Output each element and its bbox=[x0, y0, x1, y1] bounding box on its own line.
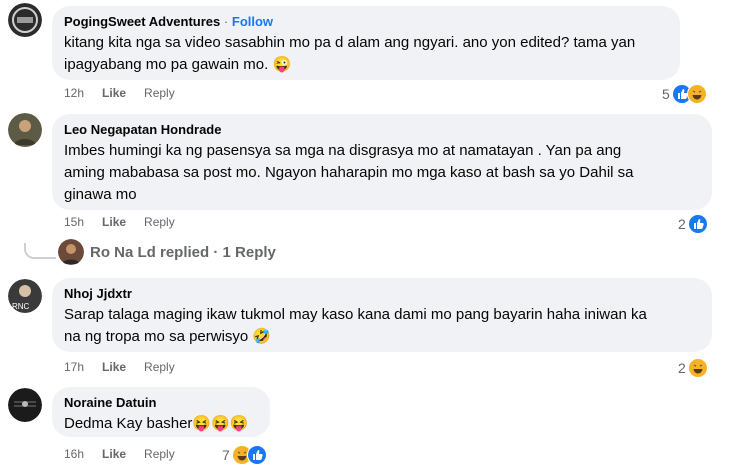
comment-author: Nhoj Jjdxtr bbox=[64, 286, 700, 302]
comment-bubble: PogingSweet Adventures · Follow kitang k… bbox=[52, 6, 680, 80]
author-name[interactable]: Noraine Datuin bbox=[64, 395, 156, 410]
timestamp[interactable]: 15h bbox=[64, 215, 84, 229]
like-button[interactable]: Like bbox=[102, 215, 126, 229]
author-name[interactable]: Leo Negapatan Hondrade bbox=[64, 122, 221, 137]
comment-actions: 15h Like Reply bbox=[64, 215, 175, 229]
reaction-summary[interactable]: 5 bbox=[662, 84, 707, 104]
comment-text: Sarap talaga maging ikaw tukmol may kaso… bbox=[64, 304, 700, 348]
like-icon bbox=[687, 214, 708, 234]
like-button[interactable]: Like bbox=[102, 360, 126, 374]
comment-bubble: Noraine Datuin Dedma Kay basher😝😝😝 bbox=[52, 387, 270, 437]
comment-line: na ng tropa mo sa perwisyo 🤣 bbox=[64, 328, 272, 345]
reaction-summary[interactable]: 2 bbox=[678, 214, 708, 234]
comment-text: kitang kita nga sa video sasabhin mo pa … bbox=[64, 32, 668, 76]
comment-line: Sarap talaga maging ikaw tukmol may kaso… bbox=[64, 306, 647, 323]
comment-author: PogingSweet Adventures · Follow bbox=[64, 14, 668, 30]
comment-line: Dedma Kay basher😝😝😝 bbox=[64, 415, 249, 432]
comment-actions: 17h Like Reply bbox=[64, 360, 175, 374]
avatar[interactable] bbox=[8, 3, 42, 37]
timestamp[interactable]: 16h bbox=[64, 447, 84, 461]
haha-icon bbox=[687, 358, 708, 378]
comment-line: Imbes humingi ka ng pasensya sa mga na d… bbox=[64, 142, 622, 159]
follow-button[interactable]: Follow bbox=[232, 14, 273, 29]
svg-text:RNC: RNC bbox=[12, 302, 30, 311]
reply-button[interactable]: Reply bbox=[144, 215, 175, 229]
reaction-count: 2 bbox=[678, 360, 686, 376]
comment-line: kitang kita nga sa video sasabhin mo pa … bbox=[64, 34, 636, 51]
reaction-count: 5 bbox=[662, 86, 670, 102]
comment-line: aming mababasa sa post mo. Ngayon hahara… bbox=[64, 164, 634, 181]
avatar[interactable] bbox=[8, 388, 42, 422]
reply-button[interactable]: Reply bbox=[144, 86, 175, 100]
timestamp[interactable]: 12h bbox=[64, 86, 84, 100]
reaction-count: 2 bbox=[678, 216, 686, 232]
separator: · bbox=[223, 14, 229, 29]
replies-text: Ro Na Ld replied · 1 Reply bbox=[90, 243, 276, 261]
reaction-summary[interactable]: 7 bbox=[222, 445, 267, 465]
comment-bubble: Leo Negapatan Hondrade Imbes humingi ka … bbox=[52, 114, 712, 210]
comment-line: ipagyabang mo pa gawain mo. 😜 bbox=[64, 56, 292, 73]
haha-icon bbox=[686, 84, 707, 104]
reply-button[interactable]: Reply bbox=[144, 447, 175, 461]
comment-bubble: Nhoj Jjdxtr Sarap talaga maging ikaw tuk… bbox=[52, 278, 712, 352]
timestamp[interactable]: 17h bbox=[64, 360, 84, 374]
like-button[interactable]: Like bbox=[102, 86, 126, 100]
reply-button[interactable]: Reply bbox=[144, 360, 175, 374]
comment-actions: 16h Like Reply bbox=[64, 447, 175, 461]
reply-avatar bbox=[58, 239, 84, 265]
comment-actions: 12h Like Reply bbox=[64, 86, 175, 100]
like-button[interactable]: Like bbox=[102, 447, 126, 461]
like-icon bbox=[246, 445, 267, 465]
author-name[interactable]: PogingSweet Adventures bbox=[64, 14, 220, 29]
comment-line: ginawa mo bbox=[64, 186, 137, 203]
avatar[interactable] bbox=[8, 113, 42, 147]
reaction-summary[interactable]: 2 bbox=[678, 358, 708, 378]
comment-text: Dedma Kay basher😝😝😝 bbox=[64, 413, 258, 435]
avatar[interactable]: RNC bbox=[8, 279, 42, 313]
view-replies-link[interactable]: Ro Na Ld replied · 1 Reply bbox=[58, 239, 276, 265]
comment-text: Imbes humingi ka ng pasensya sa mga na d… bbox=[64, 140, 700, 206]
reaction-count: 7 bbox=[222, 447, 230, 463]
comment-author: Noraine Datuin bbox=[64, 395, 258, 411]
thread-connector bbox=[24, 243, 56, 259]
comment-author: Leo Negapatan Hondrade bbox=[64, 122, 700, 138]
author-name[interactable]: Nhoj Jjdxtr bbox=[64, 286, 132, 301]
